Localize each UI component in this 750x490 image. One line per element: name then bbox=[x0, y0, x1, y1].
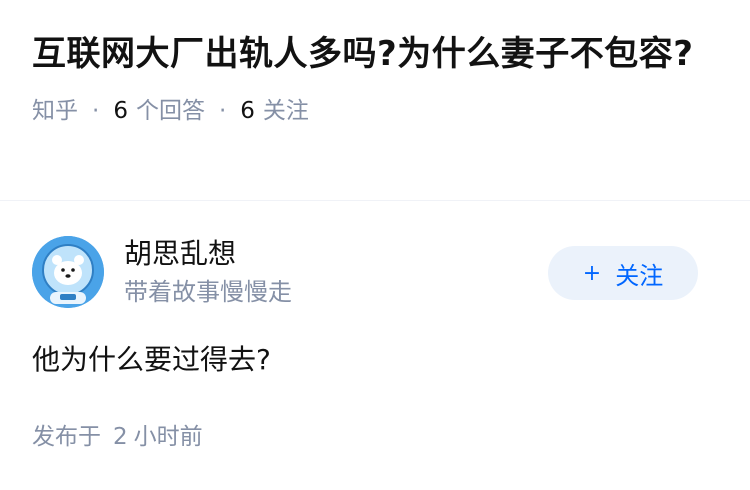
author-row: 胡思乱想 带着故事慢慢走 + 关注 bbox=[32, 234, 698, 314]
meta-separator: · bbox=[218, 98, 227, 124]
answers-label: 个回答 bbox=[135, 98, 205, 124]
question-header: 互联网大厂出轨人多吗?为什么妻子不包容? 知乎 · 6 个回答 · 6 关注 bbox=[32, 28, 712, 128]
bear-astronaut-avatar[interactable] bbox=[32, 236, 104, 308]
followers-label: 关注 bbox=[262, 98, 309, 124]
answers-count: 6 bbox=[113, 98, 128, 124]
time-unit: 小时前 bbox=[133, 424, 203, 450]
author-info: 胡思乱想 带着故事慢慢走 bbox=[124, 234, 292, 310]
divider bbox=[0, 200, 750, 201]
avatar-illustration bbox=[32, 236, 104, 308]
time-value: 2 bbox=[113, 424, 128, 450]
follow-button[interactable]: + 关注 bbox=[548, 246, 698, 300]
question-meta: 知乎 · 6 个回答 · 6 关注 bbox=[32, 94, 712, 128]
author-bio: 带着故事慢慢走 bbox=[124, 278, 292, 306]
answer-content[interactable]: 他为什么要过得去? bbox=[32, 338, 271, 382]
follow-label: 关注 bbox=[615, 261, 664, 290]
time-prefix: 发布于 bbox=[32, 424, 101, 450]
question-title[interactable]: 互联网大厂出轨人多吗?为什么妻子不包容? bbox=[32, 28, 712, 80]
plus-icon: + bbox=[582, 260, 602, 286]
question-source[interactable]: 知乎 bbox=[32, 94, 78, 128]
followers-count: 6 bbox=[240, 98, 255, 124]
meta-separator: · bbox=[92, 98, 100, 124]
answer-time: 发布于 2 小时前 bbox=[32, 420, 203, 454]
author-name[interactable]: 胡思乱想 bbox=[124, 234, 292, 274]
